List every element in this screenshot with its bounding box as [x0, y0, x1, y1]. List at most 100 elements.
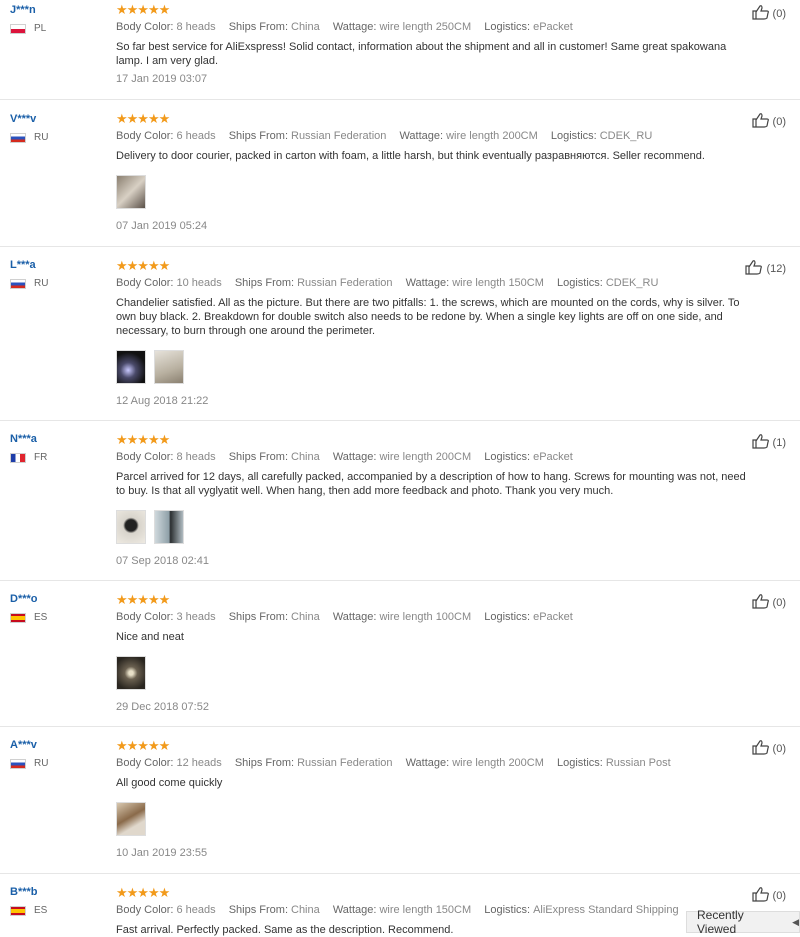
helpful-button[interactable]: (0) [751, 593, 786, 609]
review-date: 12 Aug 2018 21:22 [116, 395, 209, 407]
helpful-count: (1) [772, 437, 786, 449]
country-code: ES [34, 612, 48, 623]
logistics-value: ePacket [533, 451, 573, 463]
wattage-value: wire length 200CM [379, 451, 472, 463]
reviewer-info: D***o ES [10, 592, 47, 623]
review-text: Fast arrival. Perfectly packed. Same as … [116, 924, 454, 936]
helpful-count: (0) [772, 597, 786, 609]
recently-viewed-button[interactable]: Recently Viewed ◀ [686, 908, 800, 936]
star-rating: ★★★★★ [116, 738, 170, 753]
country-code: RU [34, 758, 49, 769]
review-attributes: Body Color: 8 heads Ships From: China Watt… [116, 20, 756, 34]
country-code: RU [34, 278, 49, 289]
review-photo[interactable] [116, 350, 146, 384]
reviewer-country: ES [10, 905, 47, 916]
review-photo[interactable] [154, 510, 184, 544]
review-attributes: Body Color: 8 heads Ships From: China Watt… [116, 450, 756, 464]
flag-pl-icon [10, 23, 26, 34]
reviewer-name[interactable]: N***a [10, 432, 47, 446]
review-text: Nice and neat [116, 631, 184, 643]
logistics-label: Logistics: [484, 904, 531, 916]
thumbs-up-icon [751, 887, 769, 902]
body-color-value: 12 heads [176, 757, 222, 769]
body-color-label: Body Color: [116, 611, 174, 623]
reviewer-country: RU [10, 758, 48, 769]
logistics-label: Logistics: [484, 451, 531, 463]
reviewer-name[interactable]: L***a [10, 258, 48, 272]
body-color-label: Body Color: [116, 277, 174, 289]
flag-es-icon [10, 612, 26, 623]
thumbs-up-icon [751, 113, 769, 128]
ships-from-label: Ships From: [228, 21, 288, 33]
review-item: A***v RU ★★★★★ Body Color: 12 heads Ships… [0, 727, 800, 874]
ships-from-label: Ships From: [228, 904, 288, 916]
ships-from-label: Ships From: [234, 277, 295, 289]
review-photo[interactable] [116, 802, 146, 836]
helpful-button[interactable]: (0) [751, 4, 786, 20]
review-text: Delivery to door courier, packed in cart… [116, 150, 705, 162]
wattage-label: Wattage: [405, 277, 450, 289]
star-rating: ★★★★★ [116, 2, 170, 17]
helpful-button[interactable]: (0) [751, 886, 786, 902]
reviewer-name[interactable]: J***n [10, 3, 46, 17]
reviewer-name[interactable]: D***o [10, 592, 47, 606]
reviewer-country: FR [10, 452, 47, 463]
review-item: V***v RU ★★★★★ Body Color: 6 heads Ships … [0, 100, 800, 247]
review-item: N***a FR ★★★★★ Body Color: 8 heads Ships … [0, 421, 800, 581]
flag-fr-icon [10, 452, 26, 463]
review-photos [116, 175, 756, 209]
logistics-value: ePacket [533, 611, 573, 623]
wattage-value: wire length 150CM [379, 904, 472, 916]
review-body: ★★★★★ Body Color: 8 heads Ships From: Chin… [116, 3, 756, 86]
star-rating: ★★★★★ [116, 885, 170, 900]
country-code: ES [34, 905, 48, 916]
flag-es-icon [10, 905, 26, 916]
review-item: L***a RU ★★★★★ Body Color: 10 heads Ships… [0, 247, 800, 421]
body-color-label: Body Color: [116, 130, 174, 142]
wattage-label: Wattage: [399, 130, 444, 142]
reviewer-country: RU [10, 132, 48, 143]
ships-from-label: Ships From: [234, 757, 295, 769]
reviewer-name[interactable]: B***b [10, 885, 47, 899]
review-item: J***n PL ★★★★★ Body Color: 8 heads Ships … [0, 0, 800, 100]
helpful-button[interactable]: (0) [751, 739, 786, 755]
reviewer-name[interactable]: V***v [10, 112, 48, 126]
review-item: B***b ES ★★★★★ Body Color: 6 heads Ships … [0, 874, 800, 936]
ships-from-value: China [291, 21, 320, 33]
flag-ru-icon [10, 132, 26, 143]
body-color-value: 10 heads [176, 277, 222, 289]
helpful-count: (0) [772, 743, 786, 755]
ships-from-value: China [291, 904, 320, 916]
star-rating: ★★★★★ [116, 111, 170, 126]
review-photo[interactable] [116, 175, 146, 209]
logistics-label: Logistics: [484, 611, 531, 623]
reviewer-country: ES [10, 612, 47, 623]
review-photos [116, 656, 756, 690]
helpful-count: (12) [766, 263, 786, 275]
star-rating: ★★★★★ [116, 592, 170, 607]
thumbs-up-icon [751, 740, 769, 755]
review-attributes: Body Color: 12 heads Ships From: Russian F… [116, 756, 756, 770]
helpful-button[interactable]: (0) [751, 112, 786, 128]
wattage-label: Wattage: [332, 904, 377, 916]
reviewer-info: A***v RU [10, 738, 48, 769]
review-photo[interactable] [154, 350, 184, 384]
review-body: ★★★★★ Body Color: 12 heads Ships From: Rus… [116, 739, 756, 860]
review-body: ★★★★★ Body Color: 6 heads Ships From: Russ… [116, 112, 756, 233]
reviewer-info: L***a RU [10, 258, 48, 289]
reviewer-info: B***b ES [10, 885, 47, 916]
body-color-value: 3 heads [176, 611, 216, 623]
wattage-value: wire length 150CM [452, 277, 544, 289]
helpful-button[interactable]: (12) [745, 259, 786, 275]
reviewer-info: N***a FR [10, 432, 47, 463]
country-code: PL [34, 23, 47, 34]
wattage-value: wire length 200CM [446, 130, 538, 142]
wattage-label: Wattage: [332, 451, 377, 463]
review-photo[interactable] [116, 510, 146, 544]
review-photo[interactable] [116, 656, 146, 690]
flag-ru-icon [10, 278, 26, 289]
ships-from-label: Ships From: [228, 130, 288, 142]
ships-from-label: Ships From: [228, 611, 288, 623]
helpful-button[interactable]: (1) [751, 433, 786, 449]
reviewer-name[interactable]: A***v [10, 738, 48, 752]
